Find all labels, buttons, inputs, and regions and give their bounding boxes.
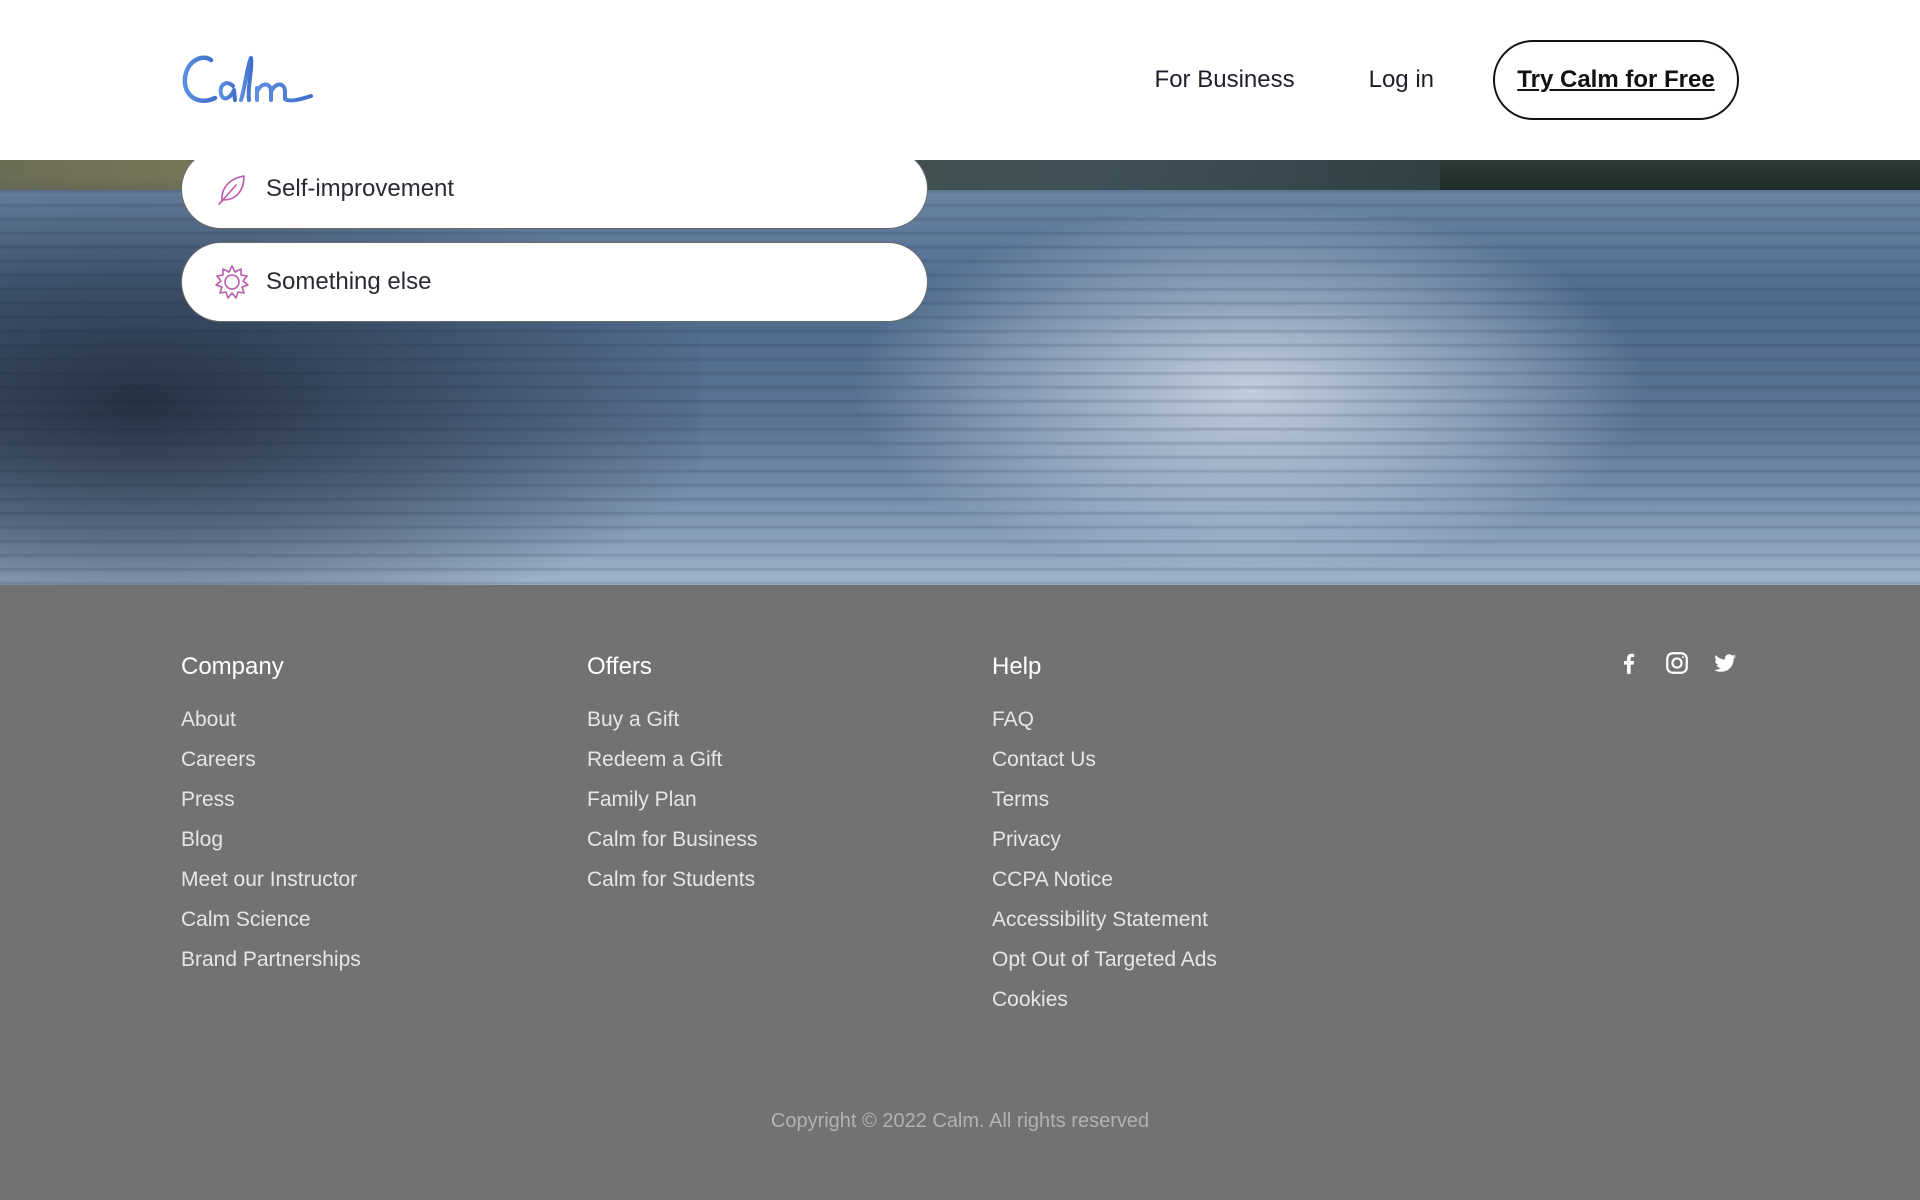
footer-link-about[interactable]: About	[181, 708, 236, 731]
footer-column-title: Help	[992, 653, 1042, 680]
header-nav: For Business Log in Try Calm for Free	[1155, 40, 1739, 120]
footer-link-calm-business[interactable]: Calm for Business	[587, 828, 757, 851]
footer-link-calm-students[interactable]: Calm for Students	[587, 868, 755, 891]
footer-column-title: Offers	[587, 653, 652, 680]
footer-link-calm-science[interactable]: Calm Science	[181, 908, 311, 931]
hero-water-ripples	[0, 180, 1920, 585]
footer-link-press[interactable]: Press	[181, 788, 235, 811]
footer-link-contact-us[interactable]: Contact Us	[992, 748, 1096, 771]
footer-link-ccpa-notice[interactable]: CCPA Notice	[992, 868, 1113, 891]
option-something-else[interactable]: Something else	[181, 242, 928, 322]
site-footer: Company About Careers Press Blog Meet ou…	[0, 585, 1920, 1200]
option-label: Self-improvement	[266, 175, 455, 202]
footer-link-blog[interactable]: Blog	[181, 828, 223, 851]
calm-logo-mark	[182, 55, 313, 104]
footer-link-terms[interactable]: Terms	[992, 788, 1049, 811]
footer-link-cookies[interactable]: Cookies	[992, 988, 1068, 1011]
footer-link-opt-out-ads[interactable]: Opt Out of Targeted Ads	[992, 948, 1217, 971]
footer-column-company: Company About Careers Press Blog Meet ou…	[181, 651, 361, 985]
footer-column-title: Company	[181, 653, 284, 680]
footer-link-family-plan[interactable]: Family Plan	[587, 788, 697, 811]
leaf-icon	[214, 171, 250, 207]
footer-link-faq[interactable]: FAQ	[992, 708, 1034, 731]
twitter-icon[interactable]	[1711, 649, 1739, 677]
site-header: For Business Log in Try Calm for Free	[0, 0, 1920, 160]
copyright-text: Copyright © 2022 Calm. All rights reserv…	[770, 1110, 1150, 1132]
footer-link-buy-gift[interactable]: Buy a Gift	[587, 708, 679, 731]
calm-logo[interactable]	[181, 52, 315, 108]
option-label: Something else	[266, 268, 432, 295]
footer-link-privacy[interactable]: Privacy	[992, 828, 1061, 851]
sun-icon	[214, 264, 250, 300]
footer-column-help: Help FAQ Contact Us Terms Privacy CCPA N…	[992, 651, 1217, 1025]
footer-link-meet-instructor[interactable]: Meet our Instructor	[181, 868, 357, 891]
footer-link-careers[interactable]: Careers	[181, 748, 256, 771]
nav-login-link[interactable]: Log in	[1369, 66, 1434, 94]
instagram-icon[interactable]	[1663, 649, 1691, 677]
footer-social-links	[1595, 649, 1739, 677]
nav-for-business-link[interactable]: For Business	[1155, 66, 1295, 94]
footer-link-brand-partnerships[interactable]: Brand Partnerships	[181, 948, 361, 971]
footer-column-offers: Offers Buy a Gift Redeem a Gift Family P…	[587, 651, 757, 905]
footer-link-accessibility[interactable]: Accessibility Statement	[992, 908, 1208, 931]
try-calm-free-button[interactable]: Try Calm for Free	[1493, 40, 1739, 120]
facebook-icon[interactable]	[1615, 649, 1643, 677]
footer-link-redeem-gift[interactable]: Redeem a Gift	[587, 748, 722, 771]
option-self-improvement[interactable]: Self-improvement	[181, 149, 928, 229]
